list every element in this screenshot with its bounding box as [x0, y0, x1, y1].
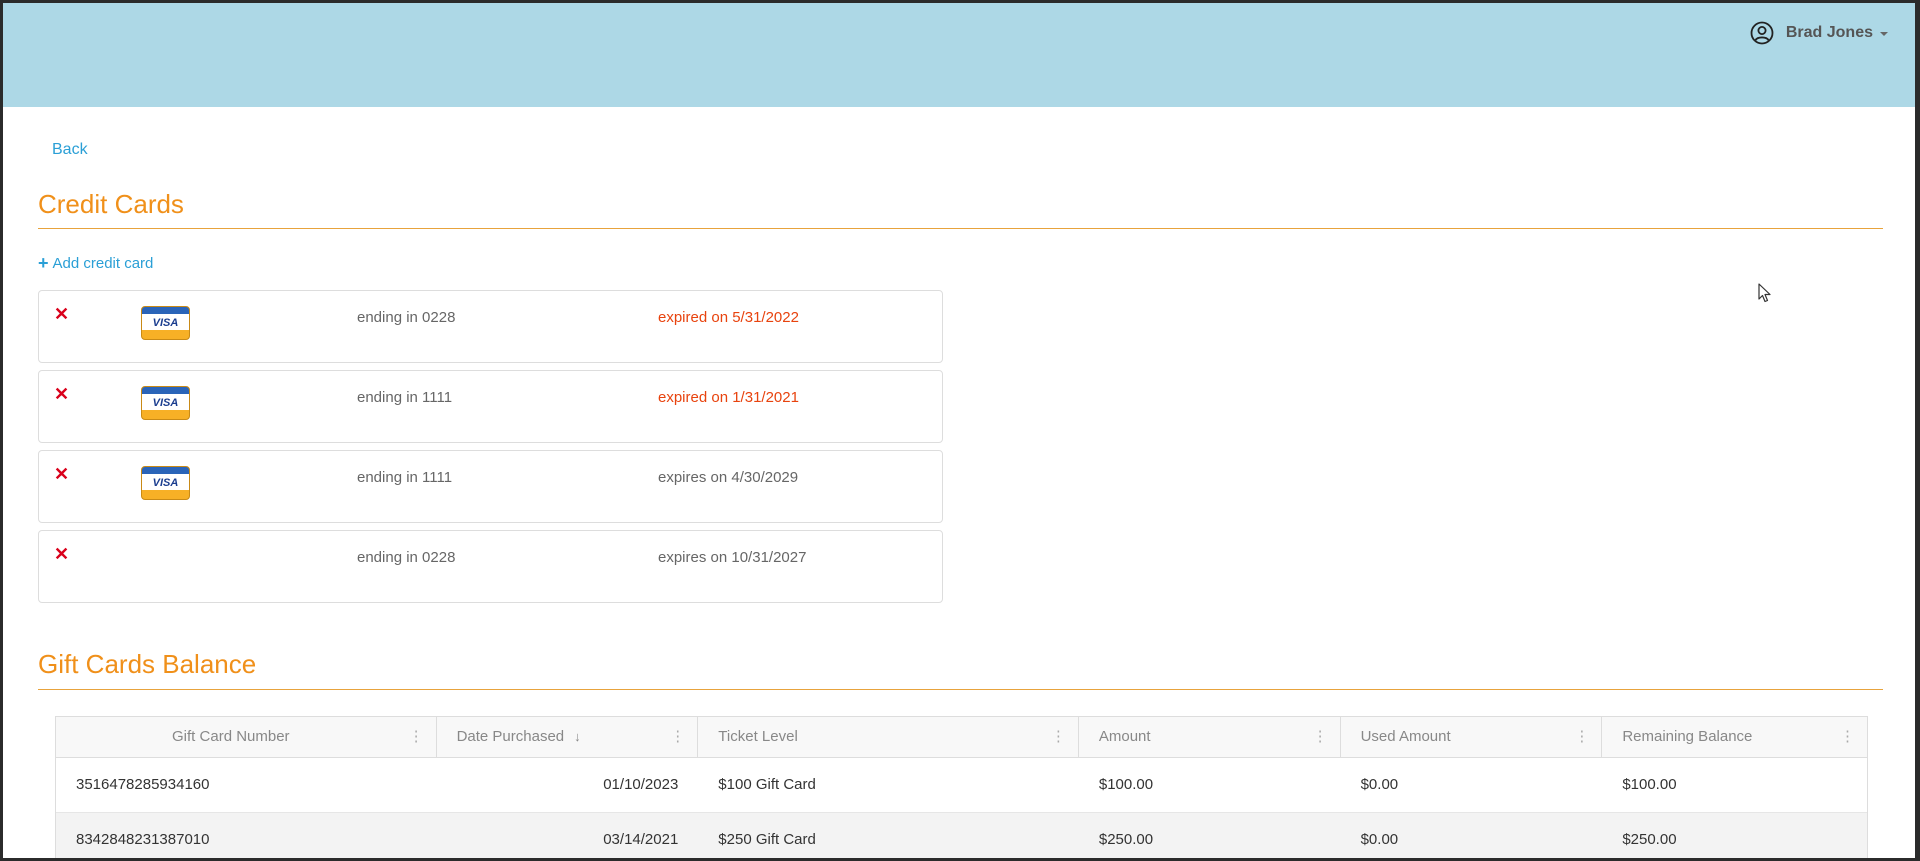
card-brand-label: VISA	[152, 397, 179, 409]
credit-cards-divider	[38, 228, 1883, 229]
column-header-label: Remaining Balance	[1622, 728, 1753, 745]
app-window: Brad Jones Back Credit Cards + Add credi…	[3, 3, 1915, 858]
table-row[interactable]: 8342848231387010 03/14/2021 $250 Gift Card…	[56, 813, 1867, 858]
column-header-label: Ticket Level	[718, 728, 798, 745]
card-ending: ending in 0228	[357, 549, 456, 566]
card-expired-status: expired on 5/31/2022	[658, 309, 799, 326]
remove-card-icon[interactable]: ✕	[54, 465, 69, 483]
credit-card-row: ✕ ending in 0228 expires on 10/31/2027	[38, 530, 943, 603]
visa-card-icon: VISA	[141, 466, 190, 500]
column-header-label: Amount	[1098, 728, 1151, 745]
col-ticket-level-header[interactable]: Ticket Level ⋮	[698, 717, 1079, 757]
card-expiry-date: expires on 4/30/2029	[658, 469, 799, 486]
column-menu-icon[interactable]: ⋮	[1051, 717, 1066, 757]
col-date-purchased-header[interactable]: Date Purchased ↓ ⋮	[437, 717, 699, 757]
col-remaining-balance-header[interactable]: Remaining Balance ⋮	[1602, 717, 1867, 757]
credit-card-row: ✕ VISA ending in 0228 expired on 5/31/2022	[38, 290, 943, 363]
top-header-bar: Brad Jones	[3, 3, 1915, 107]
visa-card-icon: VISA	[141, 386, 190, 420]
user-menu[interactable]: Brad Jones	[1750, 21, 1888, 45]
mouse-pointer-icon	[1758, 283, 1771, 303]
col-gift-card-number-header[interactable]: Gift Card Number ⋮	[56, 717, 437, 757]
card-expired-status: expired on 1/31/2021	[658, 389, 799, 406]
card-ending: ending in 0228	[357, 309, 456, 326]
col-amount-header[interactable]: Amount ⋮	[1079, 717, 1341, 757]
card-brand-label: VISA	[152, 317, 179, 329]
col-used-amount-cell: $0.00	[1360, 831, 1399, 848]
column-menu-icon[interactable]: ⋮	[670, 717, 685, 757]
column-header-label: Used Amount	[1360, 728, 1451, 745]
col-date-purchased-cell: 01/10/2023	[603, 776, 679, 793]
column-menu-icon[interactable]: ⋮	[1840, 717, 1855, 757]
col-remaining-balance-cell: $250.00	[1622, 831, 1677, 848]
table-header-row: Gift Card Number ⋮ Date Purchased ↓ ⋮ Ticket …	[56, 717, 1867, 758]
chevron-down-icon	[1880, 32, 1888, 36]
col-remaining-balance-cell: $100.00	[1622, 776, 1677, 793]
credit-cards-heading: Credit Cards	[38, 189, 184, 219]
column-menu-icon[interactable]: ⋮	[409, 717, 424, 757]
user-name: Brad Jones	[1785, 24, 1873, 41]
card-expiry-date: expires on 10/31/2027	[658, 549, 807, 566]
column-menu-icon[interactable]: ⋮	[1574, 717, 1589, 757]
credit-card-row: ✕ VISA ending in 1111 expired on 1/31/2021	[38, 370, 943, 443]
col-ticket-level-cell: $100 Gift Card	[718, 776, 816, 793]
add-credit-card-label: Add credit card	[52, 255, 154, 272]
gift-cards-heading: Gift Cards Balance	[38, 649, 257, 679]
column-menu-icon[interactable]: ⋮	[1313, 717, 1328, 757]
back-link[interactable]: Back	[52, 141, 88, 159]
col-amount-cell: $100.00	[1098, 776, 1154, 793]
user-account-icon	[1750, 21, 1774, 45]
col-used-amount-cell: $0.00	[1360, 776, 1399, 793]
table-body: 3516478285934160 01/10/2023 $100 Gift Card…	[56, 758, 1867, 858]
plus-icon: +	[38, 253, 49, 273]
remove-card-icon[interactable]: ✕	[54, 305, 69, 323]
col-ticket-level-cell: $250 Gift Card	[718, 831, 816, 848]
card-brand-label: VISA	[152, 477, 179, 489]
sort-descending-icon[interactable]: ↓	[574, 729, 581, 744]
remove-card-icon[interactable]: ✕	[54, 545, 69, 563]
card-ending: ending in 1111	[357, 389, 453, 406]
col-gift-card-number-cell: 8342848231387010	[76, 831, 210, 848]
gift-cards-table: Gift Card Number ⋮ Date Purchased ↓ ⋮ Ticket …	[55, 716, 1868, 858]
add-credit-card-link[interactable]: + Add credit card	[38, 253, 154, 273]
gift-cards-divider	[38, 689, 1883, 690]
credit-card-row: ✕ VISA ending in 1111 expires on 4/30/2029	[38, 450, 943, 523]
col-date-purchased-cell: 03/14/2021	[603, 831, 679, 848]
col-used-amount-header[interactable]: Used Amount ⋮	[1341, 717, 1603, 757]
card-ending: ending in 1111	[357, 469, 453, 486]
column-header-label: Date Purchased	[456, 728, 565, 745]
visa-card-icon: VISA	[141, 306, 190, 340]
column-header-label: Gift Card Number	[172, 728, 290, 745]
col-gift-card-number-cell: 3516478285934160	[76, 776, 210, 793]
col-amount-cell: $250.00	[1098, 831, 1154, 848]
remove-card-icon[interactable]: ✕	[54, 385, 69, 403]
table-row[interactable]: 3516478285934160 01/10/2023 $100 Gift Card…	[56, 758, 1867, 813]
